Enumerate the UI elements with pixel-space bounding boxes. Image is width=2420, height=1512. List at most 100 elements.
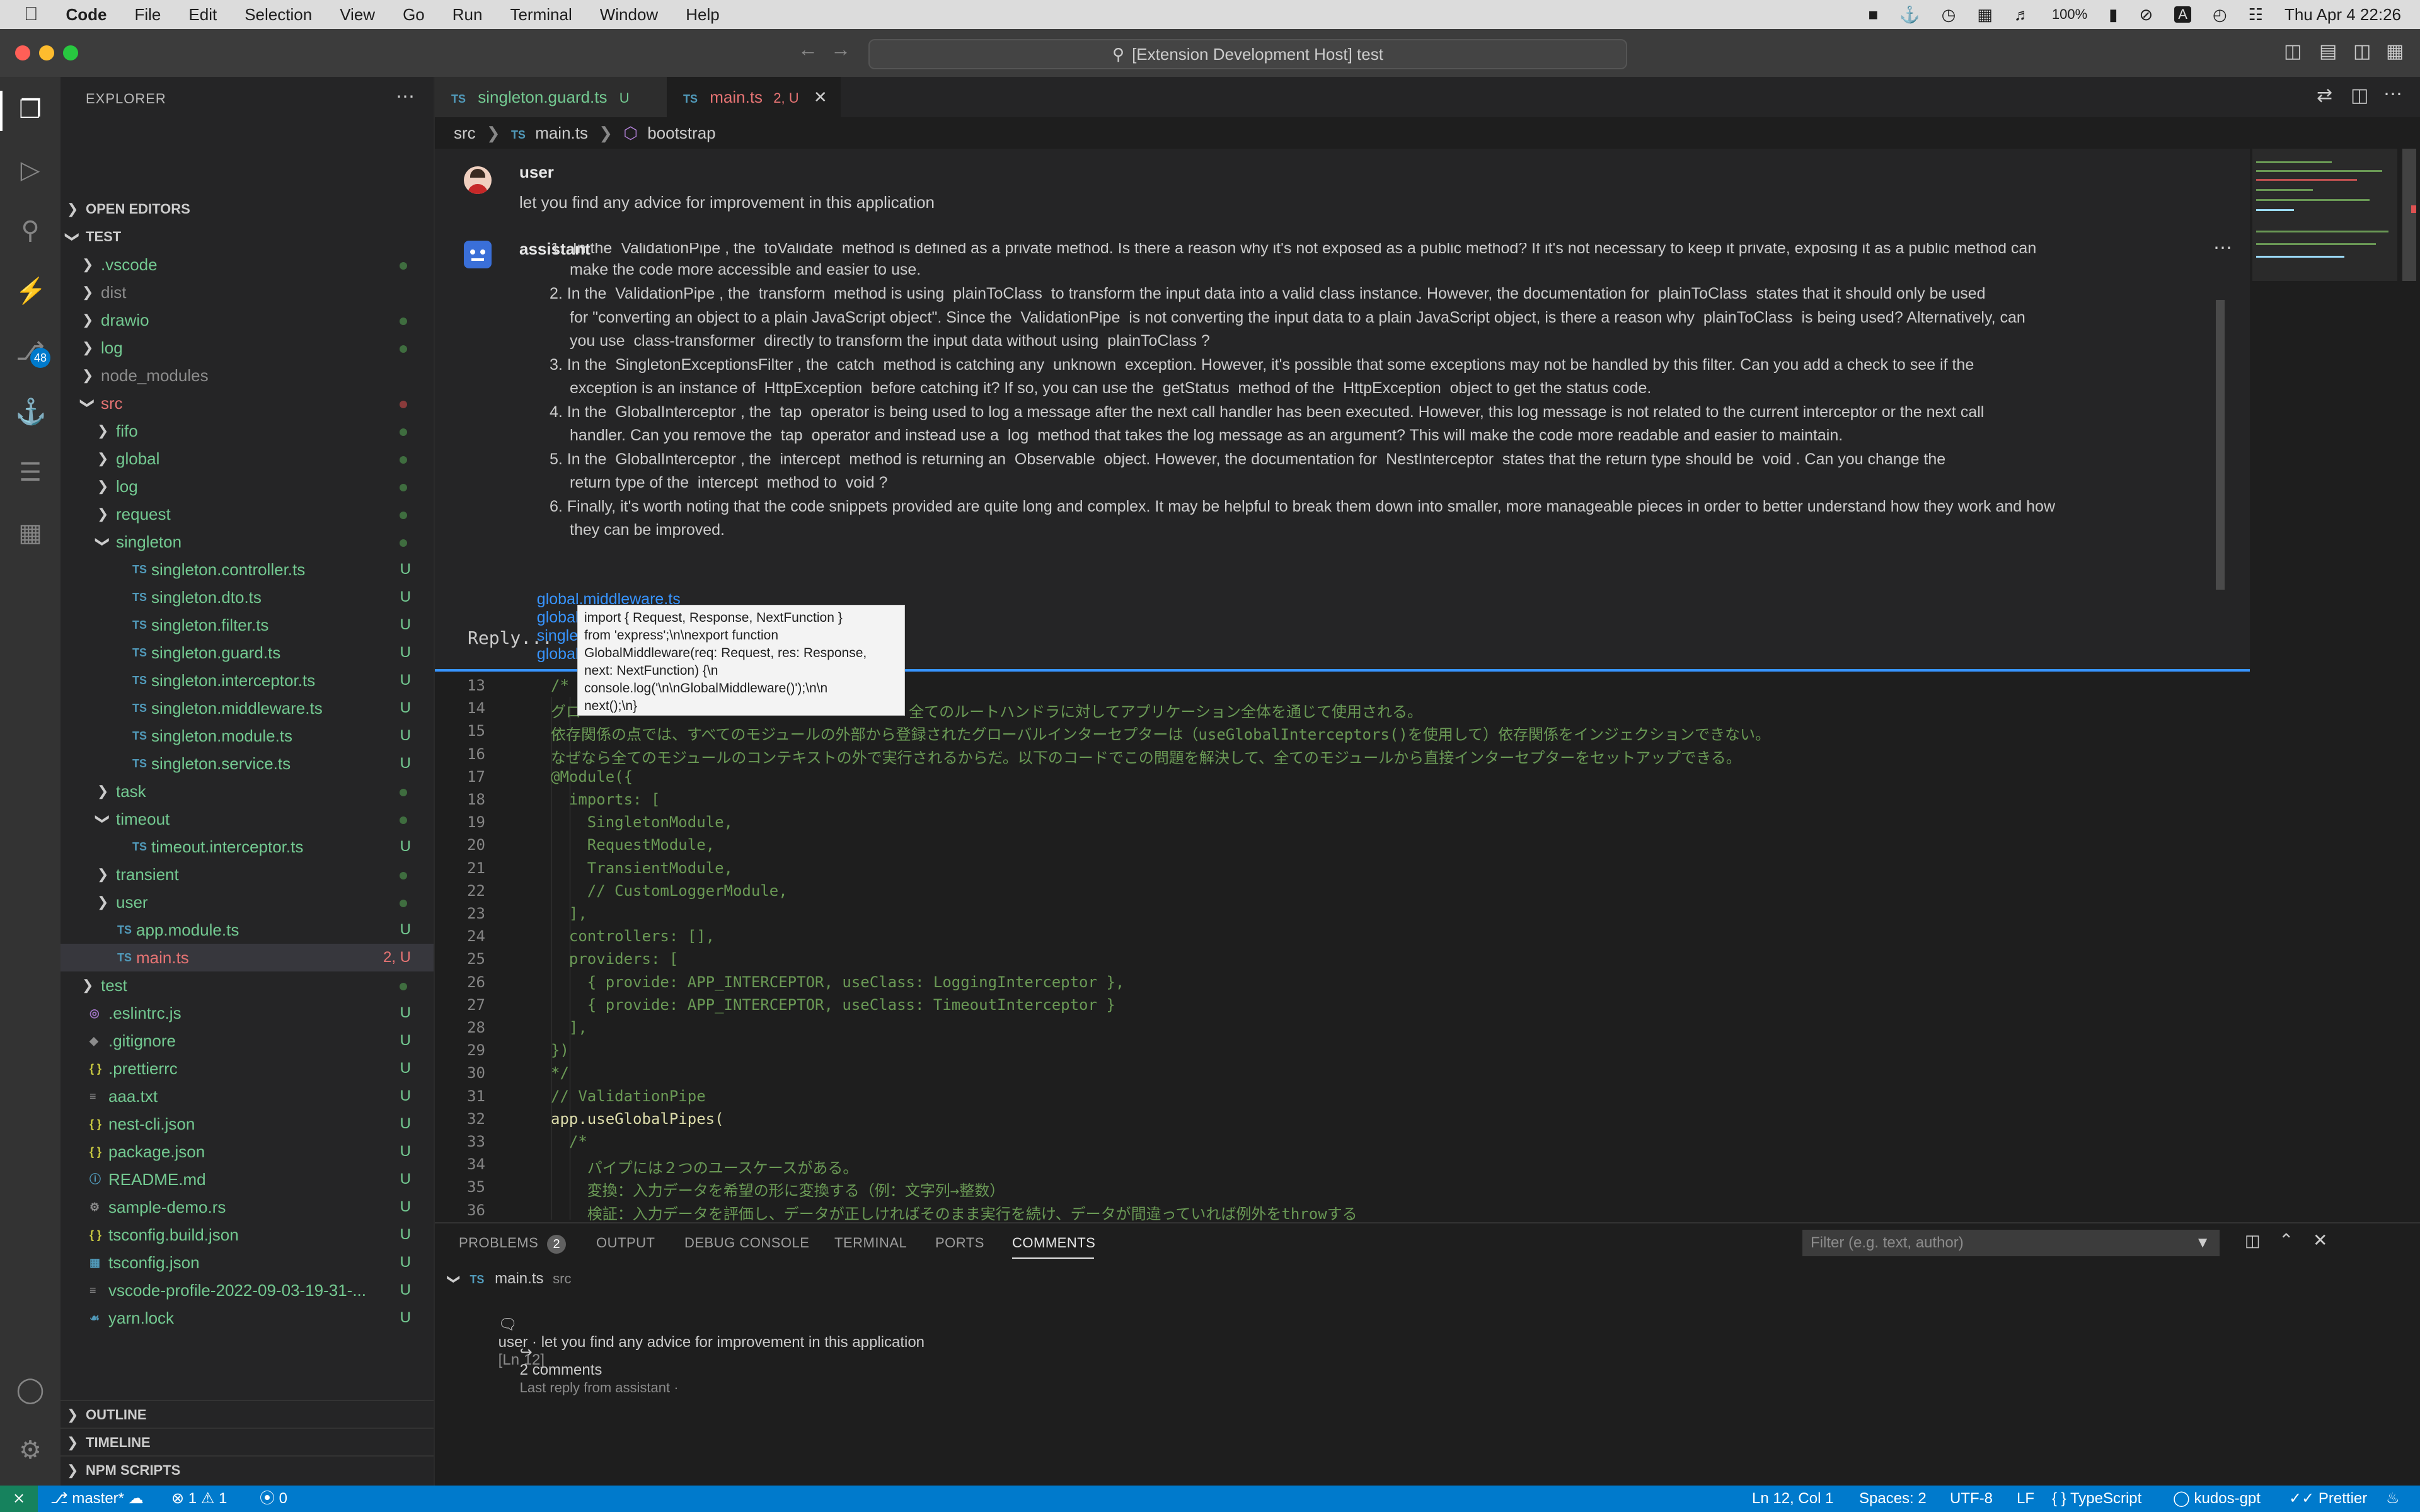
tab-debug-console[interactable]: DEBUG CONSOLE xyxy=(684,1235,809,1251)
eol[interactable]: LF xyxy=(2017,1486,2034,1512)
tab-comments[interactable]: COMMENTS xyxy=(1012,1235,1095,1251)
menu-selection[interactable]: Selection xyxy=(245,5,312,25)
file-item[interactable]: ≡ aaa.txt U xyxy=(60,1082,434,1110)
menu-go[interactable]: Go xyxy=(403,5,425,25)
folder-item[interactable]: ❯ test xyxy=(60,971,434,999)
folder-item[interactable]: ❯ .vscode xyxy=(60,251,434,278)
minimap[interactable] xyxy=(2250,149,2400,1220)
file-item[interactable]: { } tsconfig.build.json U xyxy=(60,1221,434,1249)
file-item[interactable]: TS app.module.ts U xyxy=(60,916,434,944)
folder-item[interactable]: ❯ log xyxy=(60,334,434,362)
file-item[interactable]: TS singleton.dto.ts U xyxy=(60,583,434,611)
menu-help[interactable]: Help xyxy=(686,5,719,25)
folder-item[interactable]: ❯ node_modules xyxy=(60,362,434,389)
file-item[interactable]: TS singleton.service.ts U xyxy=(60,750,434,777)
filter-icon[interactable]: ▼ xyxy=(2195,1230,2210,1256)
explorer-more-icon[interactable]: ⋯ xyxy=(396,86,415,108)
file-item[interactable]: TS main.ts 2, U xyxy=(60,944,434,971)
file-item[interactable]: ◎ .eslintrc.js U xyxy=(60,999,434,1027)
file-item[interactable]: TS singleton.filter.ts U xyxy=(60,611,434,639)
outline-section[interactable]: ❯ OUTLINE xyxy=(60,1400,434,1429)
folder-item[interactable]: ❯ transient xyxy=(60,861,434,888)
file-item[interactable]: TS singleton.controller.ts U xyxy=(60,556,434,583)
tab-output[interactable]: OUTPUT xyxy=(596,1235,655,1251)
widget-scrollbar[interactable] xyxy=(2216,300,2225,590)
file-item[interactable]: ☙ yarn.lock U xyxy=(60,1304,434,1332)
tab-singleton-guard[interactable]: TS singleton.guard.ts U xyxy=(435,77,682,117)
file-item[interactable]: TS singleton.guard.ts U xyxy=(60,639,434,667)
tab-terminal[interactable]: TERMINAL xyxy=(834,1235,907,1251)
menu-edit[interactable]: Edit xyxy=(188,5,217,25)
code-editor[interactable]: 13/* 14 グロ 全てのルートハンドラに対してアプリケーション全体を通じて使用さ… xyxy=(435,672,2250,1223)
breadcrumb-symbol[interactable]: bootstrap xyxy=(647,123,715,142)
menu-file[interactable]: File xyxy=(135,5,161,25)
problems-item[interactable]: ⊗ 1 ⚠ 1 xyxy=(171,1486,227,1512)
input-source-icon[interactable]: A xyxy=(2174,6,2191,23)
menu-terminal[interactable]: Terminal xyxy=(510,5,572,25)
editor-more-icon[interactable]: ⋯ xyxy=(2383,83,2402,105)
forward-arrow-icon[interactable]: → xyxy=(831,38,851,61)
ports-item[interactable]: ⦿ 0 xyxy=(260,1486,287,1512)
remote-indicator-icon[interactable]: ⨯ xyxy=(0,1486,38,1512)
lightning-icon[interactable]: ⚡ xyxy=(15,276,47,306)
folder-item[interactable]: ❯ request xyxy=(60,500,434,528)
command-center-search[interactable]: ⚲ [Extension Development Host] test xyxy=(868,39,1627,69)
breadcrumb-file[interactable]: main.ts xyxy=(535,123,588,142)
collapse-all-icon[interactable]: ◫ xyxy=(2245,1231,2261,1251)
encoding[interactable]: UTF-8 xyxy=(1950,1486,1993,1512)
battery-percent[interactable]: 100% xyxy=(2052,6,2087,23)
headphones-icon[interactable]: ♬ xyxy=(2014,5,2031,25)
customize-layout-icon[interactable]: ▦ xyxy=(2386,40,2404,62)
breadcrumb-folder[interactable]: src xyxy=(454,123,476,142)
menubar-clock[interactable]: Thu Apr 4 22:26 xyxy=(2285,5,2401,25)
menu-window[interactable]: Window xyxy=(600,5,658,25)
clock-status-icon[interactable]: ◷ xyxy=(1942,5,1956,25)
folder-item[interactable]: ❯ dist xyxy=(60,278,434,306)
comments-file-row[interactable]: ❯ TS main.ts src xyxy=(447,1270,572,1288)
zoom-window-button[interactable] xyxy=(63,45,78,60)
close-icon[interactable]: ✕ xyxy=(814,88,827,106)
editor-scrollbar[interactable] xyxy=(2402,149,2416,281)
extensions-icon[interactable]: ▦ xyxy=(15,518,45,548)
docker-icon[interactable]: ⚓ xyxy=(15,397,47,427)
memory-icon[interactable]: ▦ xyxy=(1977,5,1993,25)
split-editor-icon[interactable]: ◫ xyxy=(2351,84,2368,106)
folder-item[interactable]: ❯ src xyxy=(60,389,434,417)
menu-view[interactable]: View xyxy=(340,5,375,25)
file-item[interactable]: ▦ tsconfig.json U xyxy=(60,1249,434,1276)
file-item[interactable]: { } .prettierrc U xyxy=(60,1055,434,1082)
folder-item[interactable]: ❯ log xyxy=(60,472,434,500)
toggle-panel-icon[interactable]: ▤ xyxy=(2319,40,2337,62)
folder-item[interactable]: ❯ timeout xyxy=(60,805,434,833)
run-debug-icon[interactable]: ▷ xyxy=(15,155,45,185)
folder-item[interactable]: ❯ singleton xyxy=(60,528,434,556)
battery-icon[interactable]: ▮ xyxy=(2109,5,2118,25)
cursor-position[interactable]: Ln 12, Col 1 xyxy=(1752,1486,1833,1512)
workspace-root-section[interactable]: ❯ TEST xyxy=(60,223,434,251)
branch-item[interactable]: ⎇ master* ☁ xyxy=(50,1486,144,1512)
explorer-icon[interactable]: ❐ xyxy=(15,94,45,125)
file-item[interactable]: TS singleton.module.ts U xyxy=(60,722,434,750)
folder-item[interactable]: ❯ global xyxy=(60,445,434,472)
tab-problems[interactable]: PROBLEMS xyxy=(459,1235,538,1251)
account-icon[interactable]: ◯ xyxy=(15,1375,45,1405)
comment-replies-row[interactable]: ↪ 2 comments Last reply from assistant · xyxy=(503,1326,679,1414)
wifi-off-icon[interactable]: ⊘ xyxy=(2139,5,2153,25)
tab-main-ts[interactable]: TS main.ts 2, U ✕ xyxy=(667,77,841,117)
apple-icon[interactable]:  xyxy=(24,4,38,25)
file-item[interactable]: ⚙ sample-demo.rs U xyxy=(60,1193,434,1221)
search-icon[interactable]: ⚲ xyxy=(15,215,45,246)
folder-item[interactable]: ❯ fifo xyxy=(60,417,434,445)
menu-run[interactable]: Run xyxy=(452,5,483,25)
settings-gear-icon[interactable]: ⚙ xyxy=(15,1435,45,1465)
docker-icon[interactable]: ⚓ xyxy=(1899,5,1920,25)
comments-filter-input[interactable]: Filter (e.g. text, author) ▼ xyxy=(1802,1230,2220,1256)
file-item[interactable]: { } package.json U xyxy=(60,1138,434,1166)
minimize-window-button[interactable] xyxy=(39,45,54,60)
folder-item[interactable]: ❯ user xyxy=(60,888,434,916)
tab-ports[interactable]: PORTS xyxy=(935,1235,984,1251)
extension-status[interactable]: ◯ kudos-gpt xyxy=(2173,1486,2261,1512)
file-item[interactable]: ≡ vscode-profile-2022-09-03-19-31-... U xyxy=(60,1276,434,1304)
file-item[interactable]: { } nest-cli.json U xyxy=(60,1110,434,1138)
file-item[interactable]: ⓘ README.md U xyxy=(60,1166,434,1193)
